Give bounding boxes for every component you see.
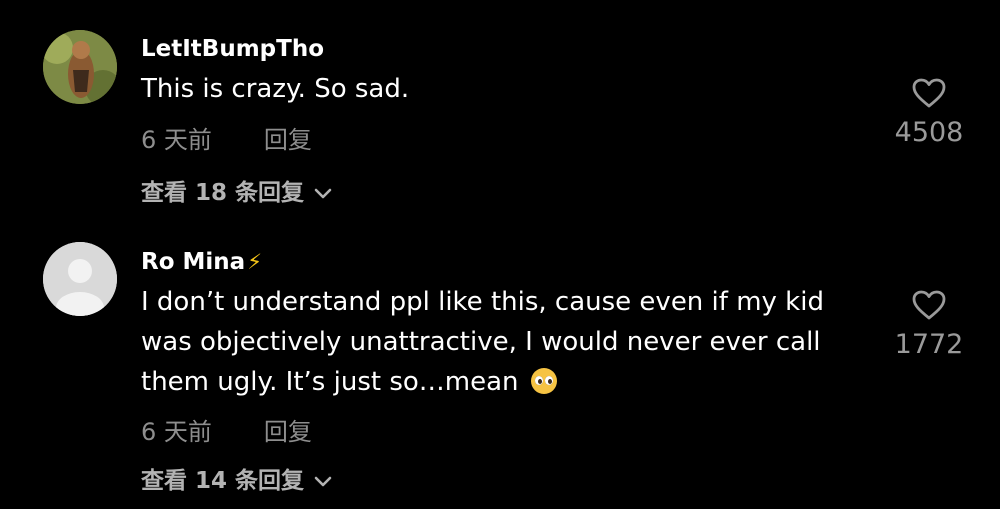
view-replies-label: 查看 18 条回复 bbox=[141, 180, 305, 206]
chevron-down-icon bbox=[314, 188, 332, 198]
like-count: 1772 bbox=[894, 329, 964, 360]
like-control: 4508 bbox=[879, 77, 979, 148]
comment: LetItBumpTho This is crazy. So sad. 6 天前… bbox=[0, 0, 1000, 230]
comment-meta: 6 天前 回复 bbox=[141, 120, 312, 155]
timestamp: 6 天前 bbox=[141, 126, 212, 154]
comment: Ro Mina⚡ I don’t understand ppl like thi… bbox=[0, 230, 1000, 509]
view-replies-button[interactable]: 查看 14 条回复 bbox=[141, 461, 332, 495]
username[interactable]: LetItBumpTho bbox=[141, 35, 324, 63]
comment-text: This is crazy. So sad. bbox=[141, 74, 410, 104]
comment-text: I don’t understand ppl like this, cause … bbox=[141, 282, 871, 402]
view-replies-button[interactable]: 查看 18 条回复 bbox=[141, 173, 332, 207]
chevron-down-icon bbox=[314, 476, 332, 486]
heart-icon[interactable] bbox=[911, 289, 947, 321]
pleading-face-emoji-icon bbox=[530, 368, 557, 394]
default-avatar-icon bbox=[43, 242, 117, 316]
like-control: 1772 bbox=[879, 289, 979, 360]
view-replies-label: 查看 14 条回复 bbox=[141, 468, 305, 494]
avatar[interactable] bbox=[43, 242, 117, 316]
reply-button[interactable]: 回复 bbox=[264, 126, 312, 154]
username[interactable]: Ro Mina⚡ bbox=[141, 248, 262, 276]
like-count: 4508 bbox=[894, 117, 964, 148]
username-text: Ro Mina bbox=[141, 249, 246, 275]
comment-body: I don’t understand ppl like this, cause … bbox=[141, 287, 824, 397]
user-photo-icon bbox=[43, 30, 117, 104]
reply-button[interactable]: 回复 bbox=[264, 418, 312, 446]
heart-icon[interactable] bbox=[911, 77, 947, 109]
timestamp: 6 天前 bbox=[141, 418, 212, 446]
avatar[interactable] bbox=[43, 30, 117, 104]
comment-meta: 6 天前 回复 bbox=[141, 412, 312, 447]
lightning-badge-icon: ⚡ bbox=[247, 250, 262, 274]
